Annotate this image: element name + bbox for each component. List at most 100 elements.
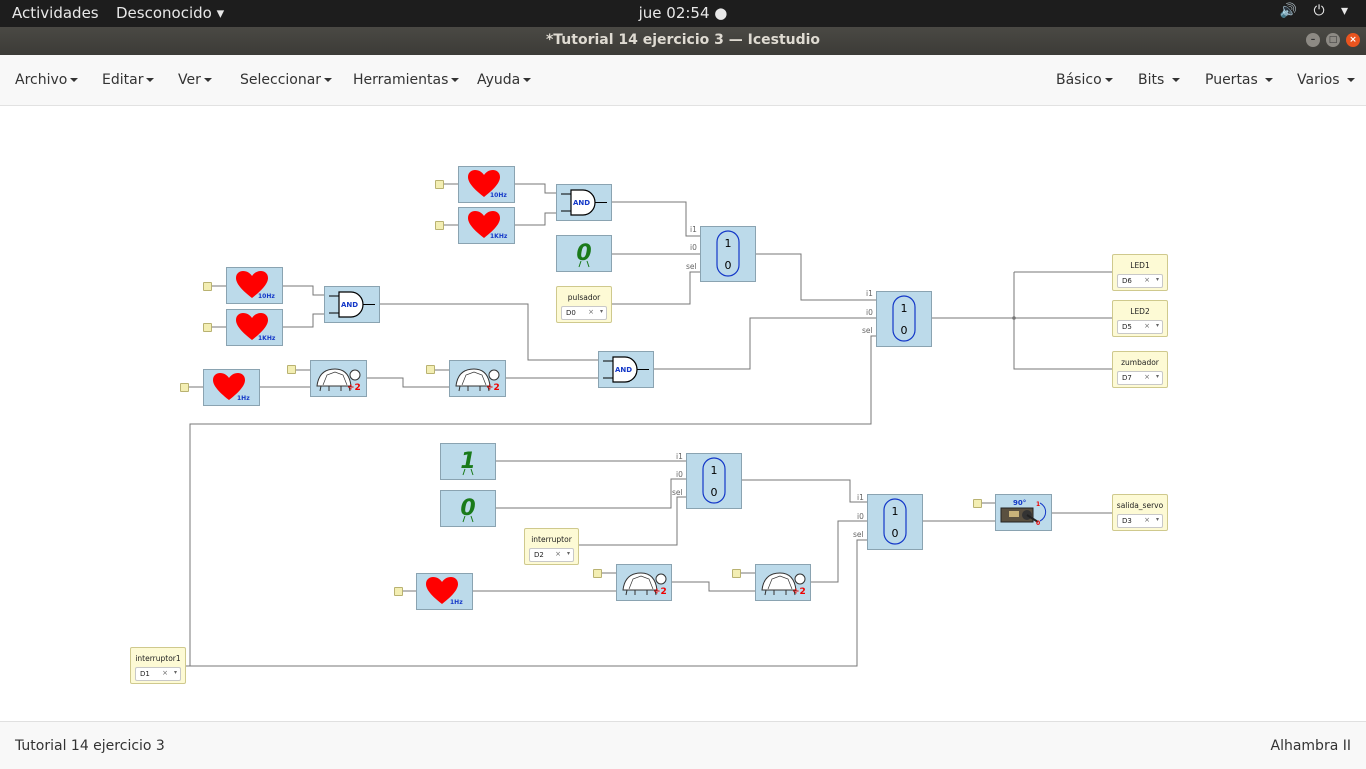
close-icon[interactable]: ×	[1346, 33, 1360, 47]
menu-archivo[interactable]: Archivo	[15, 72, 79, 88]
input-pin[interactable]	[973, 499, 982, 508]
multiplexer-block[interactable]: 1 0	[686, 453, 742, 509]
menu-puertas[interactable]: Puertas	[1205, 72, 1274, 88]
menu-basico[interactable]: Básico	[1056, 72, 1113, 88]
input-block-pulsador[interactable]: pulsador D0 × ▾	[556, 286, 612, 323]
and-label: AND	[615, 366, 632, 374]
wire[interactable]	[495, 478, 687, 509]
input-pin[interactable]	[180, 383, 189, 392]
clock-block-10hz[interactable]: 10Hz	[458, 166, 515, 203]
wire[interactable]	[189, 335, 877, 666]
pin-select[interactable]: D5 × ▾	[1117, 320, 1163, 334]
clock-block-1khz[interactable]: 1KHz	[226, 309, 283, 346]
wire[interactable]	[1013, 272, 1112, 370]
dropdown-arrow-icon[interactable]: ▾	[174, 669, 177, 676]
multiplexer-block[interactable]: 1 0	[700, 226, 756, 282]
port-label-i0: i0	[866, 308, 873, 317]
wire[interactable]	[755, 253, 877, 301]
clear-icon[interactable]: ×	[1144, 276, 1150, 284]
input-pin[interactable]	[203, 282, 212, 291]
wire[interactable]	[611, 271, 701, 305]
clear-icon[interactable]: ×	[1144, 516, 1150, 524]
input-pin[interactable]	[435, 221, 444, 230]
input-pin[interactable]	[435, 180, 444, 189]
clear-icon[interactable]: ×	[1144, 322, 1150, 330]
menu-herramientas[interactable]: Herramientas	[353, 72, 460, 88]
menu-label: Ver	[178, 72, 201, 88]
menu-seleccionar[interactable]: Seleccionar	[240, 72, 333, 88]
pin-select[interactable]: D2 × ▾	[529, 548, 574, 562]
wire[interactable]	[653, 317, 877, 370]
pin-select[interactable]: D6 × ▾	[1117, 274, 1163, 288]
divider-block[interactable]: ÷2	[310, 360, 367, 397]
and-gate[interactable]: AND	[556, 184, 612, 221]
wire[interactable]	[514, 212, 560, 226]
multiplexer-block[interactable]: 1 0	[876, 291, 932, 347]
input-pin[interactable]	[593, 569, 602, 578]
mux-icon: 1 0	[702, 457, 726, 504]
pin-select[interactable]: D7 × ▾	[1117, 371, 1163, 385]
clock-block-1hz[interactable]: 1Hz	[416, 573, 473, 610]
clock-block-10hz[interactable]: 10Hz	[226, 267, 283, 304]
wire[interactable]	[514, 183, 560, 194]
system-tray[interactable]: 🔊 ⏻ ▾	[1280, 3, 1354, 19]
clock[interactable]: jue 02:54 ●	[0, 4, 1366, 22]
menu-ayuda[interactable]: Ayuda	[477, 72, 532, 88]
output-block-led1[interactable]: LED1 D6 × ▾	[1112, 254, 1168, 291]
divider-block[interactable]: ÷2	[449, 360, 506, 397]
input-pin[interactable]	[732, 569, 741, 578]
input-pin[interactable]	[203, 323, 212, 332]
pin-select[interactable]: D3 × ▾	[1117, 514, 1163, 528]
servo-block[interactable]: 90° 1 0	[995, 494, 1052, 531]
constant-one-block[interactable]: 1	[440, 443, 496, 480]
wire[interactable]	[611, 201, 701, 237]
mux-top: 1	[901, 302, 908, 315]
status-bar: Tutorial 14 ejercicio 3 Alhambra II	[0, 721, 1366, 769]
menu-bits[interactable]: Bits	[1138, 72, 1180, 88]
and-gate[interactable]: AND	[598, 351, 654, 388]
menu-editar[interactable]: Editar	[102, 72, 155, 88]
wire[interactable]	[671, 581, 755, 592]
dropdown-arrow-icon[interactable]: ▾	[1156, 276, 1159, 283]
constant-zero-block[interactable]: 0	[440, 490, 496, 527]
wire[interactable]	[741, 479, 868, 503]
clear-icon[interactable]: ×	[555, 550, 561, 558]
pin-select[interactable]: D1 × ▾	[135, 667, 181, 681]
clear-icon[interactable]: ×	[1144, 373, 1150, 381]
clear-icon[interactable]: ×	[588, 308, 594, 316]
output-block-zumbador[interactable]: zumbador D7 × ▾	[1112, 351, 1168, 388]
dropdown-arrow-icon[interactable]: ▾	[567, 550, 570, 557]
dropdown-arrow-icon[interactable]: ▾	[1156, 322, 1159, 329]
divider-block[interactable]: ÷2	[755, 564, 811, 601]
multiplexer-block[interactable]: 1 0	[867, 494, 923, 550]
constant-zero-block[interactable]: 0	[556, 235, 612, 272]
constant-value: 0	[576, 241, 591, 266]
dropdown-arrow-icon[interactable]: ▾	[1156, 516, 1159, 523]
wire[interactable]	[282, 313, 328, 328]
input-pin[interactable]	[394, 587, 403, 596]
wire[interactable]	[282, 285, 328, 296]
input-block-interruptor[interactable]: interruptor D2 × ▾	[524, 528, 579, 565]
mux-top: 1	[892, 505, 899, 518]
board-name[interactable]: Alhambra II	[1271, 738, 1352, 754]
minimize-icon[interactable]: –	[1306, 33, 1320, 47]
clock-block-1khz[interactable]: 1KHz	[458, 207, 515, 244]
menu-label: Básico	[1056, 72, 1102, 88]
output-block-salida-servo[interactable]: salida_servo D3 × ▾	[1112, 494, 1168, 531]
menu-ver[interactable]: Ver	[178, 72, 212, 88]
pin-select[interactable]: D0 × ▾	[561, 306, 607, 320]
clear-icon[interactable]: ×	[162, 669, 168, 677]
input-pin[interactable]	[426, 365, 435, 374]
maximize-icon[interactable]: □	[1326, 33, 1340, 47]
input-pin[interactable]	[287, 365, 296, 374]
clock-block-1hz[interactable]: 1Hz	[203, 369, 260, 406]
dropdown-arrow-icon[interactable]: ▾	[1156, 373, 1159, 380]
menu-varios[interactable]: Varios	[1297, 72, 1356, 88]
and-gate[interactable]: AND	[324, 286, 380, 323]
input-block-interruptor1[interactable]: interruptor1 D1 × ▾	[130, 647, 186, 684]
wire[interactable]	[366, 377, 449, 388]
output-block-led2[interactable]: LED2 D5 × ▾	[1112, 300, 1168, 337]
divider-block[interactable]: ÷2	[616, 564, 672, 601]
turtle-icon: ÷2	[316, 368, 361, 393]
dropdown-arrow-icon[interactable]: ▾	[600, 308, 603, 315]
